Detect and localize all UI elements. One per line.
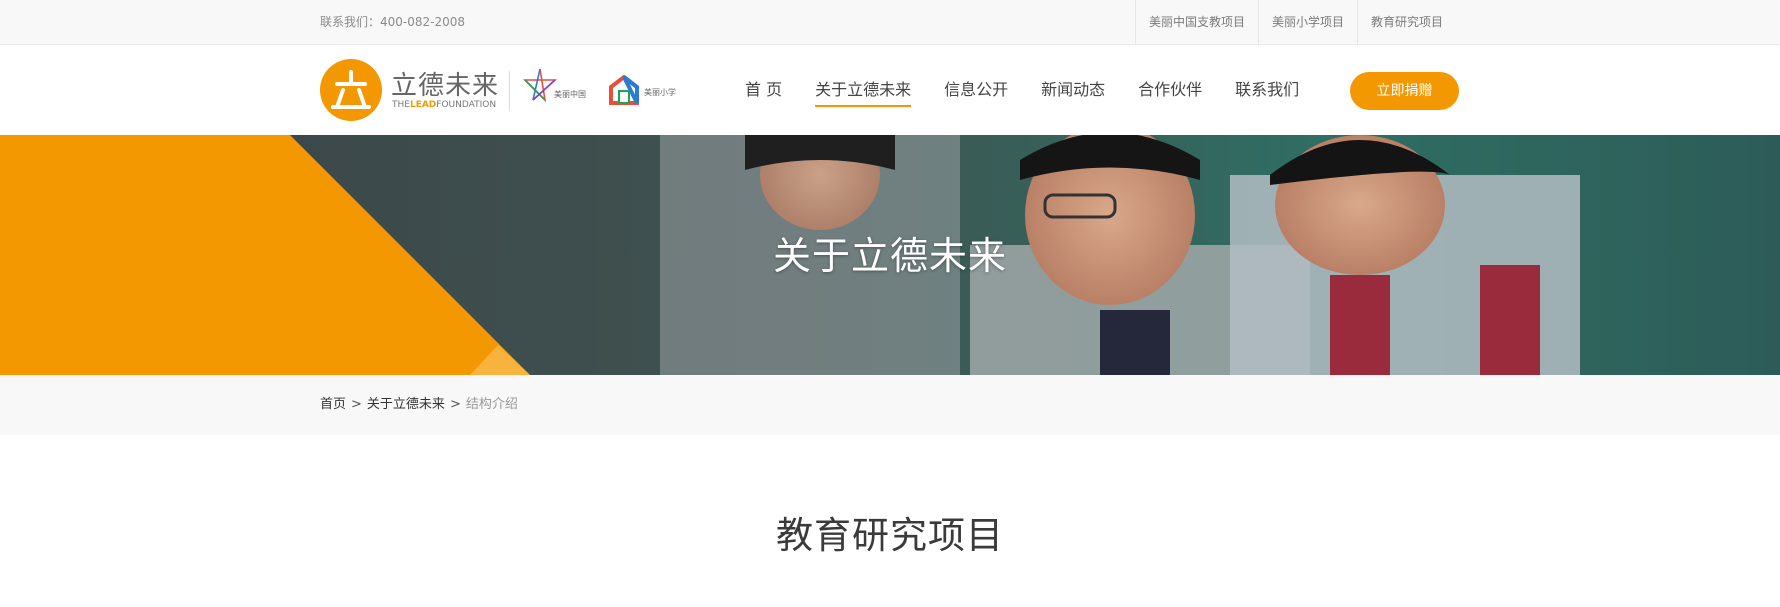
logo-divider bbox=[509, 71, 510, 111]
contact-phone: 联系我们：400-082-2008 bbox=[320, 15, 466, 29]
main-nav: 首 页 关于立德未来 信息公开 新闻动态 合作伙伴 联系我们 bbox=[745, 45, 1332, 135]
site-header: 立德未来 THELEADFOUNDATION 美丽中国 美丽小学 首 页 关于立… bbox=[0, 45, 1780, 135]
top-link-meili-china[interactable]: 美丽中国支教项目 bbox=[1135, 0, 1258, 45]
top-bar: 联系我们：400-082-2008 美丽中国支教项目 美丽小学项目 教育研究项目 bbox=[0, 0, 1780, 45]
breadcrumb: 首页 > 关于立德未来 > 结构介绍 bbox=[0, 375, 1780, 435]
logo-sub-foundation: FOUNDATION bbox=[436, 100, 497, 110]
logo-icon[interactable] bbox=[320, 59, 382, 121]
logo-subtitle: THELEADFOUNDATION bbox=[392, 100, 496, 110]
breadcrumb-about[interactable]: 关于立德未来 bbox=[367, 397, 445, 412]
partner-meili-china-label: 美丽中国 bbox=[554, 90, 586, 99]
house-icon[interactable] bbox=[609, 74, 639, 109]
nav-about[interactable]: 关于立德未来 bbox=[815, 45, 912, 135]
banner: 关于立德未来 bbox=[0, 135, 1780, 375]
breadcrumb-separator: > bbox=[351, 397, 362, 412]
logo-sub-lead: LEAD bbox=[409, 100, 437, 110]
breadcrumb-separator: > bbox=[449, 397, 461, 412]
breadcrumb-home[interactable]: 首页 bbox=[320, 397, 346, 412]
breadcrumb-current: 结构介绍 bbox=[465, 397, 518, 412]
page-title: 教育研究项目 bbox=[776, 514, 1004, 557]
banner-title: 关于立德未来 bbox=[772, 234, 1007, 278]
star-icon[interactable] bbox=[523, 67, 558, 107]
nav-contact[interactable]: 联系我们 bbox=[1235, 45, 1299, 135]
top-link-edu-research[interactable]: 教育研究项目 bbox=[1357, 0, 1456, 45]
breadcrumb-trail: 首页 > 关于立德未来 > 结构介绍 bbox=[320, 375, 518, 435]
top-link-meili-school[interactable]: 美丽小学项目 bbox=[1258, 0, 1357, 45]
nav-partners[interactable]: 合作伙伴 bbox=[1138, 45, 1202, 135]
nav-home[interactable]: 首 页 bbox=[745, 45, 782, 135]
nav-news[interactable]: 新闻动态 bbox=[1041, 45, 1105, 135]
donate-button[interactable]: 立即捐赠 bbox=[1350, 72, 1459, 110]
nav-disclosure[interactable]: 信息公开 bbox=[944, 45, 1008, 135]
top-links: 美丽中国支教项目 美丽小学项目 教育研究项目 bbox=[1135, 0, 1456, 45]
logo-sub-the: THE bbox=[392, 100, 410, 110]
partner-meili-school-label: 美丽小学 bbox=[644, 88, 676, 97]
logo-title[interactable]: 立德未来 bbox=[391, 65, 499, 102]
